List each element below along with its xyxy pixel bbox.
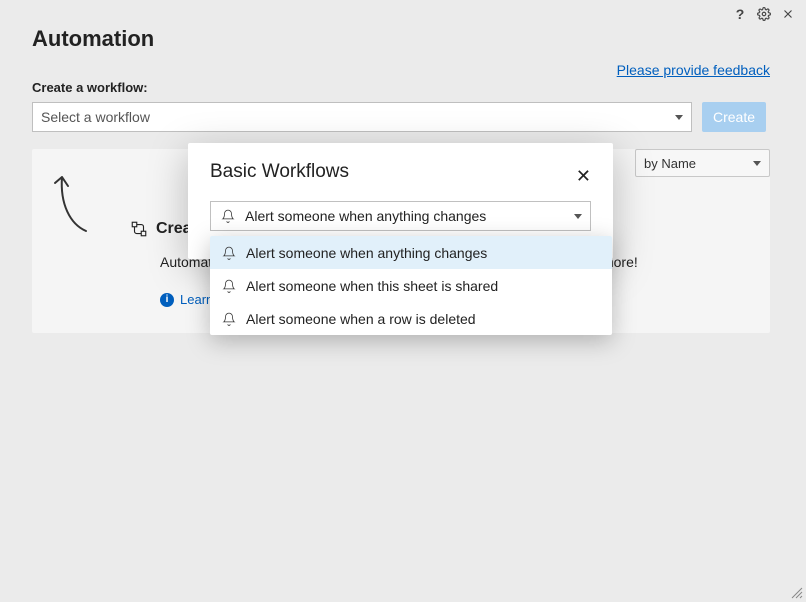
feedback-link[interactable]: Please provide feedback (617, 62, 770, 78)
dropdown-option-label: Alert someone when anything changes (246, 245, 487, 261)
dropdown-option[interactable]: Alert someone when anything changes (210, 236, 612, 269)
workflow-select[interactable]: Select a workflow (32, 102, 692, 132)
modal-title: Basic Workflows (210, 161, 349, 183)
dropdown-option[interactable]: Alert someone when this sheet is shared (210, 269, 612, 302)
gear-icon[interactable] (756, 6, 772, 22)
chevron-down-icon (574, 214, 582, 219)
modal-selected-value: Alert someone when anything changes (245, 208, 486, 224)
dropdown-option-label: Alert someone when a row is deleted (246, 311, 476, 327)
sort-select-value: by Name (644, 156, 696, 171)
chevron-down-icon (675, 115, 683, 120)
resize-handle[interactable] (790, 586, 804, 600)
create-workflow-label: Create a workflow: (32, 80, 148, 95)
close-icon[interactable] (780, 6, 796, 22)
info-icon: i (160, 293, 174, 307)
dropdown-option-label: Alert someone when this sheet is shared (246, 278, 498, 294)
modal-header: Basic Workflows ✕ (188, 143, 613, 201)
bell-icon (222, 246, 236, 260)
page-title: Automation (32, 26, 154, 52)
create-button[interactable]: Create (702, 102, 766, 132)
bell-icon (221, 209, 235, 223)
curved-arrow-icon (50, 174, 90, 234)
sort-select[interactable]: by Name (635, 149, 770, 177)
modal-close-button[interactable]: ✕ (576, 167, 591, 185)
workflow-select-placeholder: Select a workflow (41, 109, 150, 125)
chevron-down-icon (753, 161, 761, 166)
modal-workflow-select[interactable]: Alert someone when anything changes (210, 201, 591, 231)
automation-panel: ? Automation Please provide feedback Cre… (0, 0, 806, 602)
modal-workflow-dropdown: Alert someone when anything changes Aler… (210, 236, 612, 335)
panel-controls: ? (732, 6, 796, 22)
bell-icon (222, 312, 236, 326)
help-icon[interactable]: ? (732, 6, 748, 22)
bell-icon (222, 279, 236, 293)
workflow-icon (130, 220, 148, 238)
dropdown-option[interactable]: Alert someone when a row is deleted (210, 302, 612, 335)
